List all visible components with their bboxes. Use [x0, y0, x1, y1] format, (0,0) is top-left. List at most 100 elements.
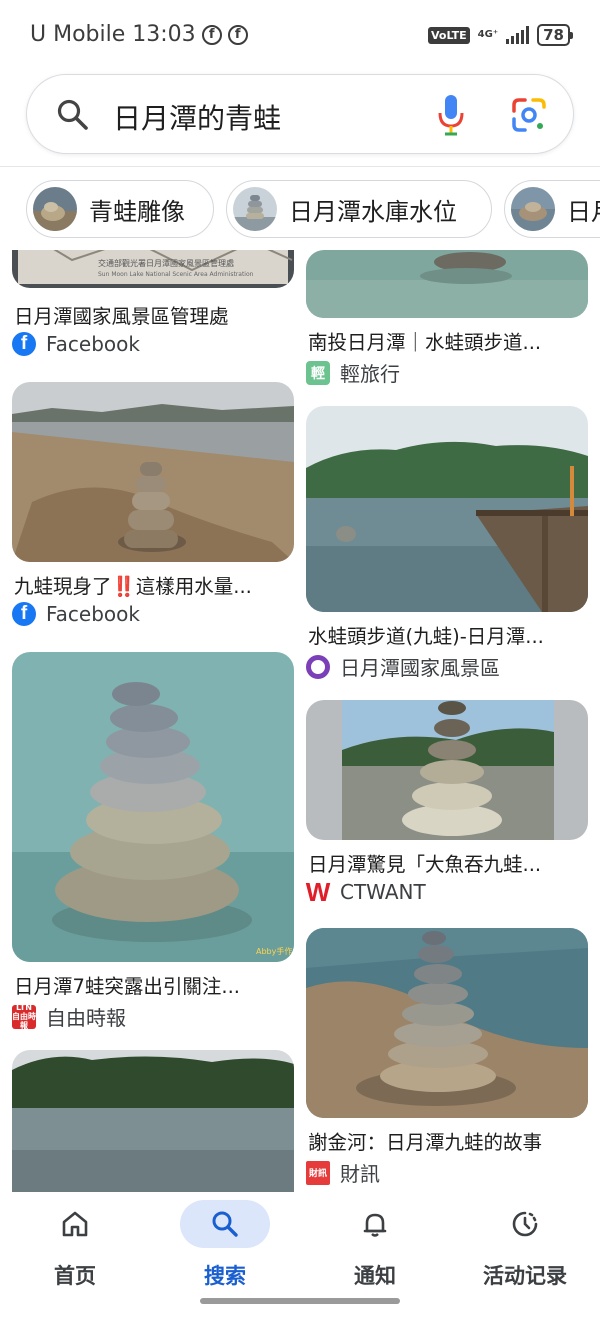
source-name: 輕旅行: [340, 362, 400, 386]
nav-label: 搜索: [204, 1264, 246, 1288]
source-name: CTWANT: [340, 880, 426, 904]
chip-sun-moon[interactable]: 日月: [504, 180, 600, 238]
nav-home[interactable]: 首页: [0, 1200, 150, 1300]
caixun-icon: 財訊: [306, 1160, 330, 1185]
google-lens-icon[interactable]: [511, 97, 547, 133]
status-bar: U Mobile 13:03 f f VoLTE 4G⁺ 78: [0, 0, 600, 72]
source-name: Facebook: [46, 602, 140, 626]
source-name: Facebook: [46, 332, 140, 356]
result-card[interactable]: 謝金河：日月潭九蛙的故事 財訊 財訊: [306, 928, 588, 1188]
search-icon: [212, 1211, 238, 1237]
result-title[interactable]: 謝金河：日月潭九蛙的故事: [308, 1126, 586, 1155]
bell-icon: [363, 1213, 387, 1237]
result-title[interactable]: 日月潭7蛙突露出引關注...: [14, 970, 292, 999]
related-chips: 青蛙雕像 日月潭水庫水位 日月: [26, 180, 600, 238]
volte-badge: VoLTE: [427, 26, 470, 44]
qing-lvxing-icon: 輕: [306, 360, 330, 385]
nav-label: 通知: [354, 1264, 396, 1288]
result-image-graphic: [12, 1050, 294, 1195]
favicon-text: LTN 自由時報: [12, 1003, 36, 1030]
result-image-graphic: [306, 700, 588, 840]
watermark-text: Abby手作: [256, 946, 292, 956]
result-image[interactable]: [306, 406, 588, 612]
nav-icon-container: [480, 1200, 570, 1248]
result-image[interactable]: [306, 928, 588, 1118]
watermark-text: 交通部觀光署日月潭國家風景區管理處: [98, 258, 234, 268]
result-title[interactable]: 南投日月潭｜水蛙頭步道...: [308, 326, 586, 355]
chip-thumbnail: [33, 187, 77, 231]
result-card[interactable]: 九蛙現身了‼️這樣用水量... f Facebook: [12, 382, 294, 632]
chip-thumbnail-image: [233, 187, 277, 231]
result-title[interactable]: 水蛙頭步道(九蛙)-日月潭...: [308, 620, 586, 649]
result-source: 日月潭國家風景區: [306, 652, 500, 681]
result-card[interactable]: [12, 1050, 294, 1195]
result-source: f Facebook: [12, 602, 140, 626]
nav-activity[interactable]: 活动记录: [450, 1200, 600, 1300]
result-image-graphic: [306, 928, 588, 1118]
microphone-icon[interactable]: [435, 93, 467, 137]
result-image[interactable]: [306, 250, 588, 318]
nav-search[interactable]: 搜索: [150, 1200, 300, 1300]
chip-thumbnail-image: [33, 187, 77, 231]
result-image[interactable]: [306, 700, 588, 840]
result-title[interactable]: 日月潭驚見「大魚吞九蛙...: [308, 848, 586, 877]
nav-label: 活动记录: [483, 1264, 567, 1288]
home-icon: [62, 1211, 88, 1237]
result-image-graphic: [306, 406, 588, 612]
result-card[interactable]: Abby手作 日月潭7蛙突露出引關注... LTN 自由時報 自由時報: [12, 652, 294, 1032]
facebook-icon: f: [12, 332, 36, 356]
result-card[interactable]: 交通部觀光署日月潭國家風景區管理處 Sun Moon Lake National…: [12, 250, 294, 362]
result-image[interactable]: Abby手作: [12, 652, 294, 962]
search-bar[interactable]: 日月潭的青蛙: [26, 74, 574, 154]
search-input[interactable]: 日月潭的青蛙: [113, 97, 281, 137]
facebook-notification-icon: f: [227, 24, 248, 45]
ctwant-icon: W: [306, 877, 331, 907]
favicon-text: 財訊: [308, 1169, 327, 1179]
image-results: 交通部觀光署日月潭國家風景區管理處 Sun Moon Lake National…: [0, 250, 600, 1195]
result-card[interactable]: 日月潭驚見「大魚吞九蛙... W CTWANT: [306, 700, 588, 907]
chip-thumbnail: [511, 187, 555, 231]
favicon-text: 輕: [311, 365, 325, 382]
result-image[interactable]: [12, 1050, 294, 1195]
nav-icon-container: [330, 1200, 420, 1248]
chip-reservoir-level[interactable]: 日月潭水庫水位: [226, 180, 492, 238]
result-image[interactable]: 交通部觀光署日月潭國家風景區管理處 Sun Moon Lake National…: [12, 250, 294, 288]
chip-label: 日月潭水庫水位: [289, 197, 457, 226]
chip-label: 青蛙雕像: [89, 197, 185, 226]
nav-icon-container: [180, 1200, 270, 1248]
result-card[interactable]: 南投日月潭｜水蛙頭步道... 輕 輕旅行: [306, 250, 588, 386]
search-icon[interactable]: [55, 97, 91, 133]
battery-level: 78: [543, 26, 564, 44]
facebook-notification-icon: f: [201, 24, 222, 45]
result-title[interactable]: 九蛙現身了‼️這樣用水量...: [14, 570, 292, 599]
carrier-time: U Mobile 13:03: [30, 22, 196, 47]
result-image-graphic: [306, 250, 588, 318]
result-source: f Facebook: [12, 332, 140, 356]
result-source: LTN 自由時報 自由時報: [12, 1002, 126, 1031]
battery-icon: 78: [537, 24, 573, 46]
result-image[interactable]: [12, 382, 294, 562]
gesture-bar[interactable]: [200, 1298, 400, 1304]
signal-icon: [506, 26, 530, 44]
chip-frog-statue[interactable]: 青蛙雕像: [26, 180, 214, 238]
network-type: 4G⁺: [477, 29, 499, 40]
nav-notifications[interactable]: 通知: [300, 1200, 450, 1300]
source-name: 自由時報: [46, 1006, 126, 1030]
source-name: 財訊: [340, 1162, 380, 1186]
nav-label: 首页: [54, 1264, 96, 1288]
sun-moon-lake-icon: [306, 654, 330, 679]
history-icon: [512, 1211, 538, 1237]
result-source: W CTWANT: [306, 877, 426, 907]
watermark-text-en: Sun Moon Lake National Scenic Area Admin…: [98, 271, 254, 278]
header-divider: [0, 166, 600, 167]
result-source: 財訊 財訊: [306, 1158, 380, 1187]
result-image-graphic: Abby手作: [12, 652, 294, 962]
ltn-icon: LTN 自由時報: [12, 1003, 36, 1030]
chip-label: 日月: [567, 197, 600, 226]
result-title[interactable]: 日月潭國家風景區管理處: [14, 300, 292, 329]
favicon-text: W: [305, 876, 331, 907]
result-card[interactable]: 水蛙頭步道(九蛙)-日月潭... 日月潭國家風景區: [306, 406, 588, 680]
status-left: U Mobile 13:03 f f: [30, 22, 248, 47]
status-right: VoLTE 4G⁺ 78: [427, 24, 573, 46]
nav-icon-container: [30, 1200, 120, 1248]
